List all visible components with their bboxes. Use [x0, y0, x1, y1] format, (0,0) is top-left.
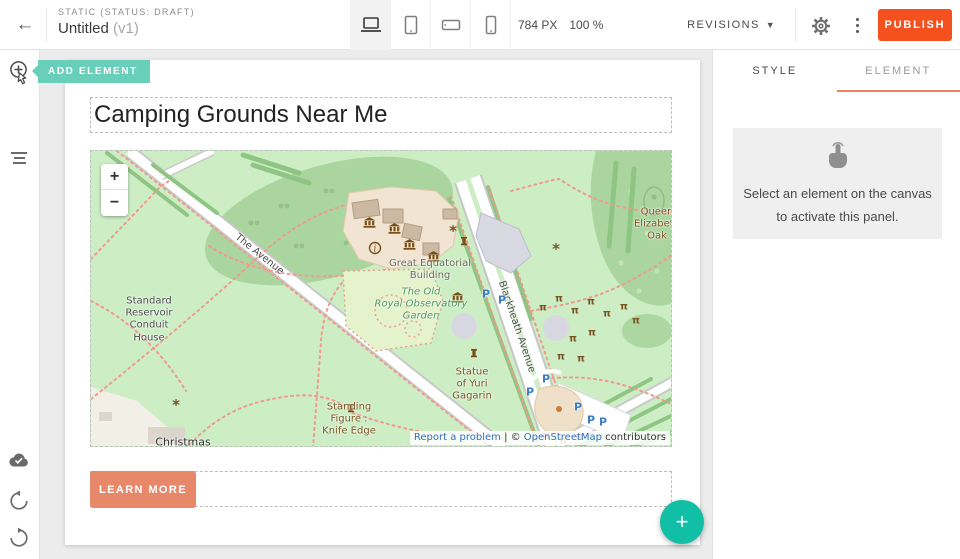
add-element-button[interactable] — [8, 60, 32, 86]
heading-element[interactable]: Camping Grounds Near Me — [90, 97, 672, 133]
map-render: i — [91, 151, 672, 447]
revisions-button[interactable]: REVISIONS ▼ — [687, 0, 776, 50]
report-problem-link[interactable]: Report a problem — [414, 432, 501, 443]
empty-state-message: Select an element on the canvas to activ… — [743, 183, 932, 229]
device-preview-group — [350, 0, 511, 50]
layers-button[interactable] — [8, 148, 32, 174]
add-element-tooltip: ADD ELEMENT — [38, 60, 150, 83]
chevron-down-icon: ▼ — [766, 20, 776, 30]
tap-hand-icon — [824, 139, 852, 171]
laptop-icon — [360, 16, 382, 34]
left-toolbar — [0, 50, 40, 559]
empty-state-box: Select an element on the canvas to activ… — [733, 128, 942, 239]
redo-button[interactable] — [8, 527, 32, 553]
attribution-separator: | © — [501, 432, 524, 443]
settings-button[interactable] — [810, 15, 832, 37]
map-zoom-control: + − — [101, 164, 128, 216]
revisions-label: REVISIONS — [687, 19, 760, 31]
divider — [795, 8, 796, 42]
map-zoom-in-button[interactable]: + — [101, 164, 128, 190]
save-status-indicator — [8, 452, 32, 478]
openstreetmap-link[interactable]: OpenStreetMap — [524, 432, 602, 443]
page-title: Untitled (v1) — [58, 20, 195, 37]
button-row-element[interactable]: LEARN MORE — [90, 471, 672, 507]
outline-list-icon — [8, 148, 30, 168]
page-title-text: Untitled — [58, 20, 109, 37]
status-label: STATIC (STATUS: DRAFT) — [58, 7, 195, 17]
undo-button[interactable] — [8, 490, 32, 516]
attribution-suffix: contributors — [602, 432, 666, 443]
back-button[interactable]: ← — [10, 12, 40, 38]
device-landscape-button[interactable] — [431, 0, 471, 50]
device-desktop-button[interactable] — [351, 0, 391, 50]
phone-landscape-icon — [441, 18, 461, 32]
title-block: STATIC (STATUS: DRAFT) Untitled (v1) — [58, 7, 195, 37]
publish-button[interactable]: PUBLISH — [878, 9, 952, 41]
add-block-fab[interactable]: + — [660, 500, 704, 544]
inspector-tabs: STYLE ELEMENT — [713, 50, 960, 92]
tab-element[interactable]: ELEMENT — [837, 50, 960, 92]
map-attribution: Report a problem | © OpenStreetMap contr… — [410, 431, 670, 445]
zoom-value: 100 % — [569, 18, 603, 32]
redo-icon — [8, 527, 30, 549]
more-options-button[interactable] — [850, 14, 864, 36]
device-phone-button[interactable] — [471, 0, 511, 50]
page-version: (v1) — [113, 20, 139, 37]
map-element[interactable]: i The Avenue Standard Reservoir Conduit … — [90, 150, 672, 447]
undo-icon — [8, 490, 30, 512]
topbar: ← STATIC (STATUS: DRAFT) Untitled (v1) — [0, 0, 960, 50]
page-builder-app: ← STATIC (STATUS: DRAFT) Untitled (v1) — [0, 0, 960, 559]
device-tablet-button[interactable] — [391, 0, 431, 50]
canvas-size-readout: 784 PX 100 % — [518, 0, 603, 50]
gear-icon — [810, 15, 832, 37]
cloud-saved-icon — [8, 452, 30, 468]
add-element-icon — [8, 60, 32, 87]
heading-text: Camping Grounds Near Me — [91, 101, 387, 129]
tab-style[interactable]: STYLE — [713, 50, 837, 92]
page-canvas: Camping Grounds Near Me — [65, 60, 700, 545]
inspector-panel: STYLE ELEMENT Select an element on the c… — [712, 50, 960, 559]
divider — [46, 8, 47, 42]
canvas-width-value: 784 PX — [518, 18, 557, 32]
tablet-icon — [401, 15, 421, 35]
learn-more-button[interactable]: LEARN MORE — [90, 471, 196, 508]
kebab-icon — [856, 18, 859, 21]
svg-text:i: i — [374, 245, 377, 255]
map-zoom-out-button[interactable]: − — [101, 190, 128, 216]
phone-icon — [484, 15, 498, 35]
